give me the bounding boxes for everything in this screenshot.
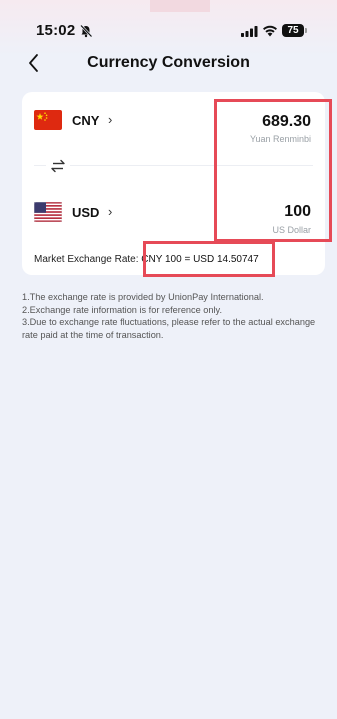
signal-icon <box>241 26 258 37</box>
wifi-icon <box>263 25 277 37</box>
china-flag-icon <box>34 110 62 130</box>
bell-muted-icon <box>80 24 93 38</box>
note-item: 3.Due to exchange rate fluctuations, ple… <box>22 317 316 340</box>
from-currency-chevron-icon[interactable]: › <box>108 112 112 127</box>
status-time: 15:02 <box>36 22 76 39</box>
from-currency-code[interactable]: CNY <box>72 113 99 128</box>
note-item: 1.The exchange rate is provided by Union… <box>22 292 264 302</box>
battery-tip <box>305 28 307 33</box>
usa-flag-icon <box>34 202 62 222</box>
rate-label: Market Exchange Rate: <box>34 254 139 265</box>
battery-indicator: 75 <box>282 24 304 37</box>
amount-highlight-box <box>214 99 332 242</box>
navigation-bar: Currency Conversion <box>0 46 337 80</box>
note-item: 2.Exchange rate information is for refer… <box>22 304 223 315</box>
page-title: Currency Conversion <box>87 54 250 71</box>
to-currency-chevron-icon[interactable]: › <box>108 204 112 219</box>
status-bar: 15:02 75 <box>0 0 337 44</box>
rate-highlight-box <box>143 241 275 277</box>
swap-icon[interactable] <box>46 158 70 174</box>
to-currency-code[interactable]: USD <box>72 205 99 220</box>
disclaimer-notes: 1.The exchange rate is provided by Union… <box>22 291 322 341</box>
